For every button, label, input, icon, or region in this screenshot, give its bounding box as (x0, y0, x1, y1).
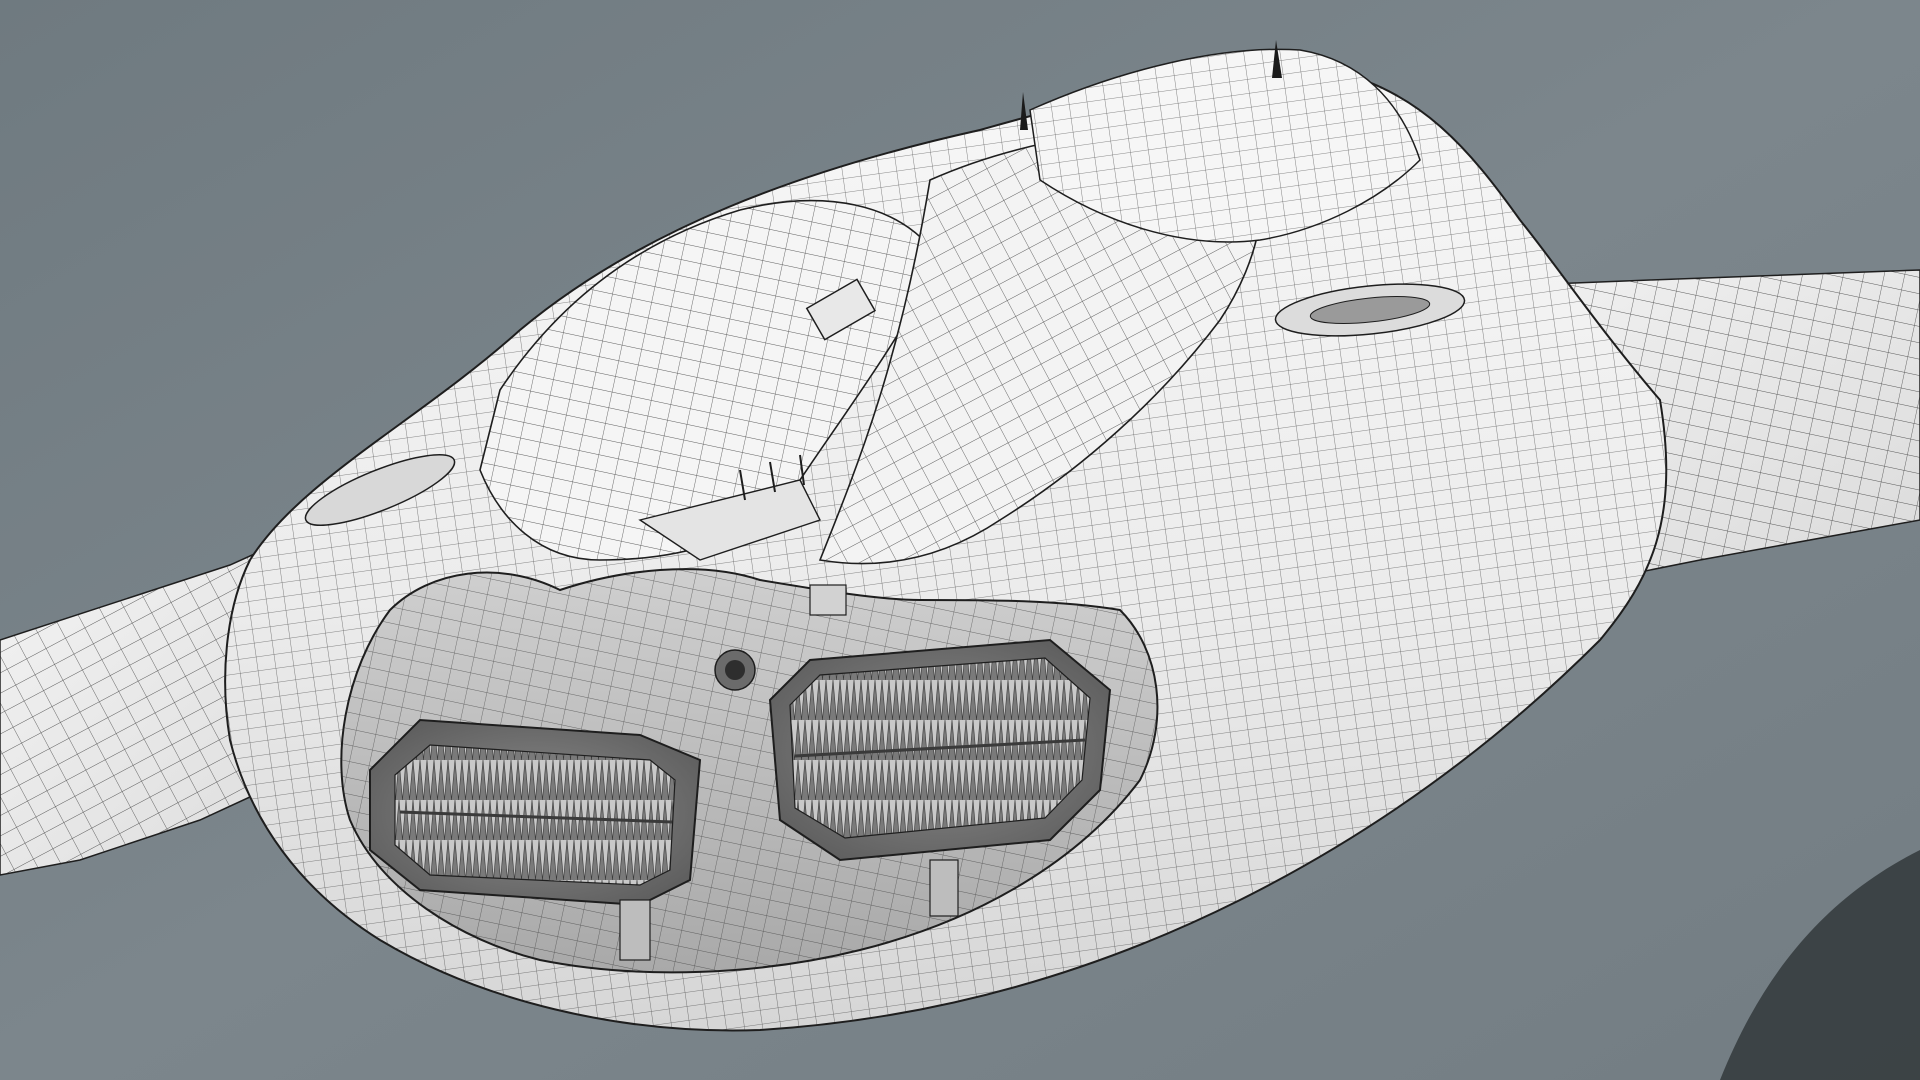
bay-fixture (929, 859, 959, 917)
bay-fixture (619, 899, 651, 961)
bay-fixture (809, 584, 847, 616)
engine-intake-icon (768, 638, 1112, 862)
render-viewport (0, 0, 1920, 1080)
scene-svg (0, 0, 1920, 1080)
engine-intake-icon (369, 718, 702, 907)
